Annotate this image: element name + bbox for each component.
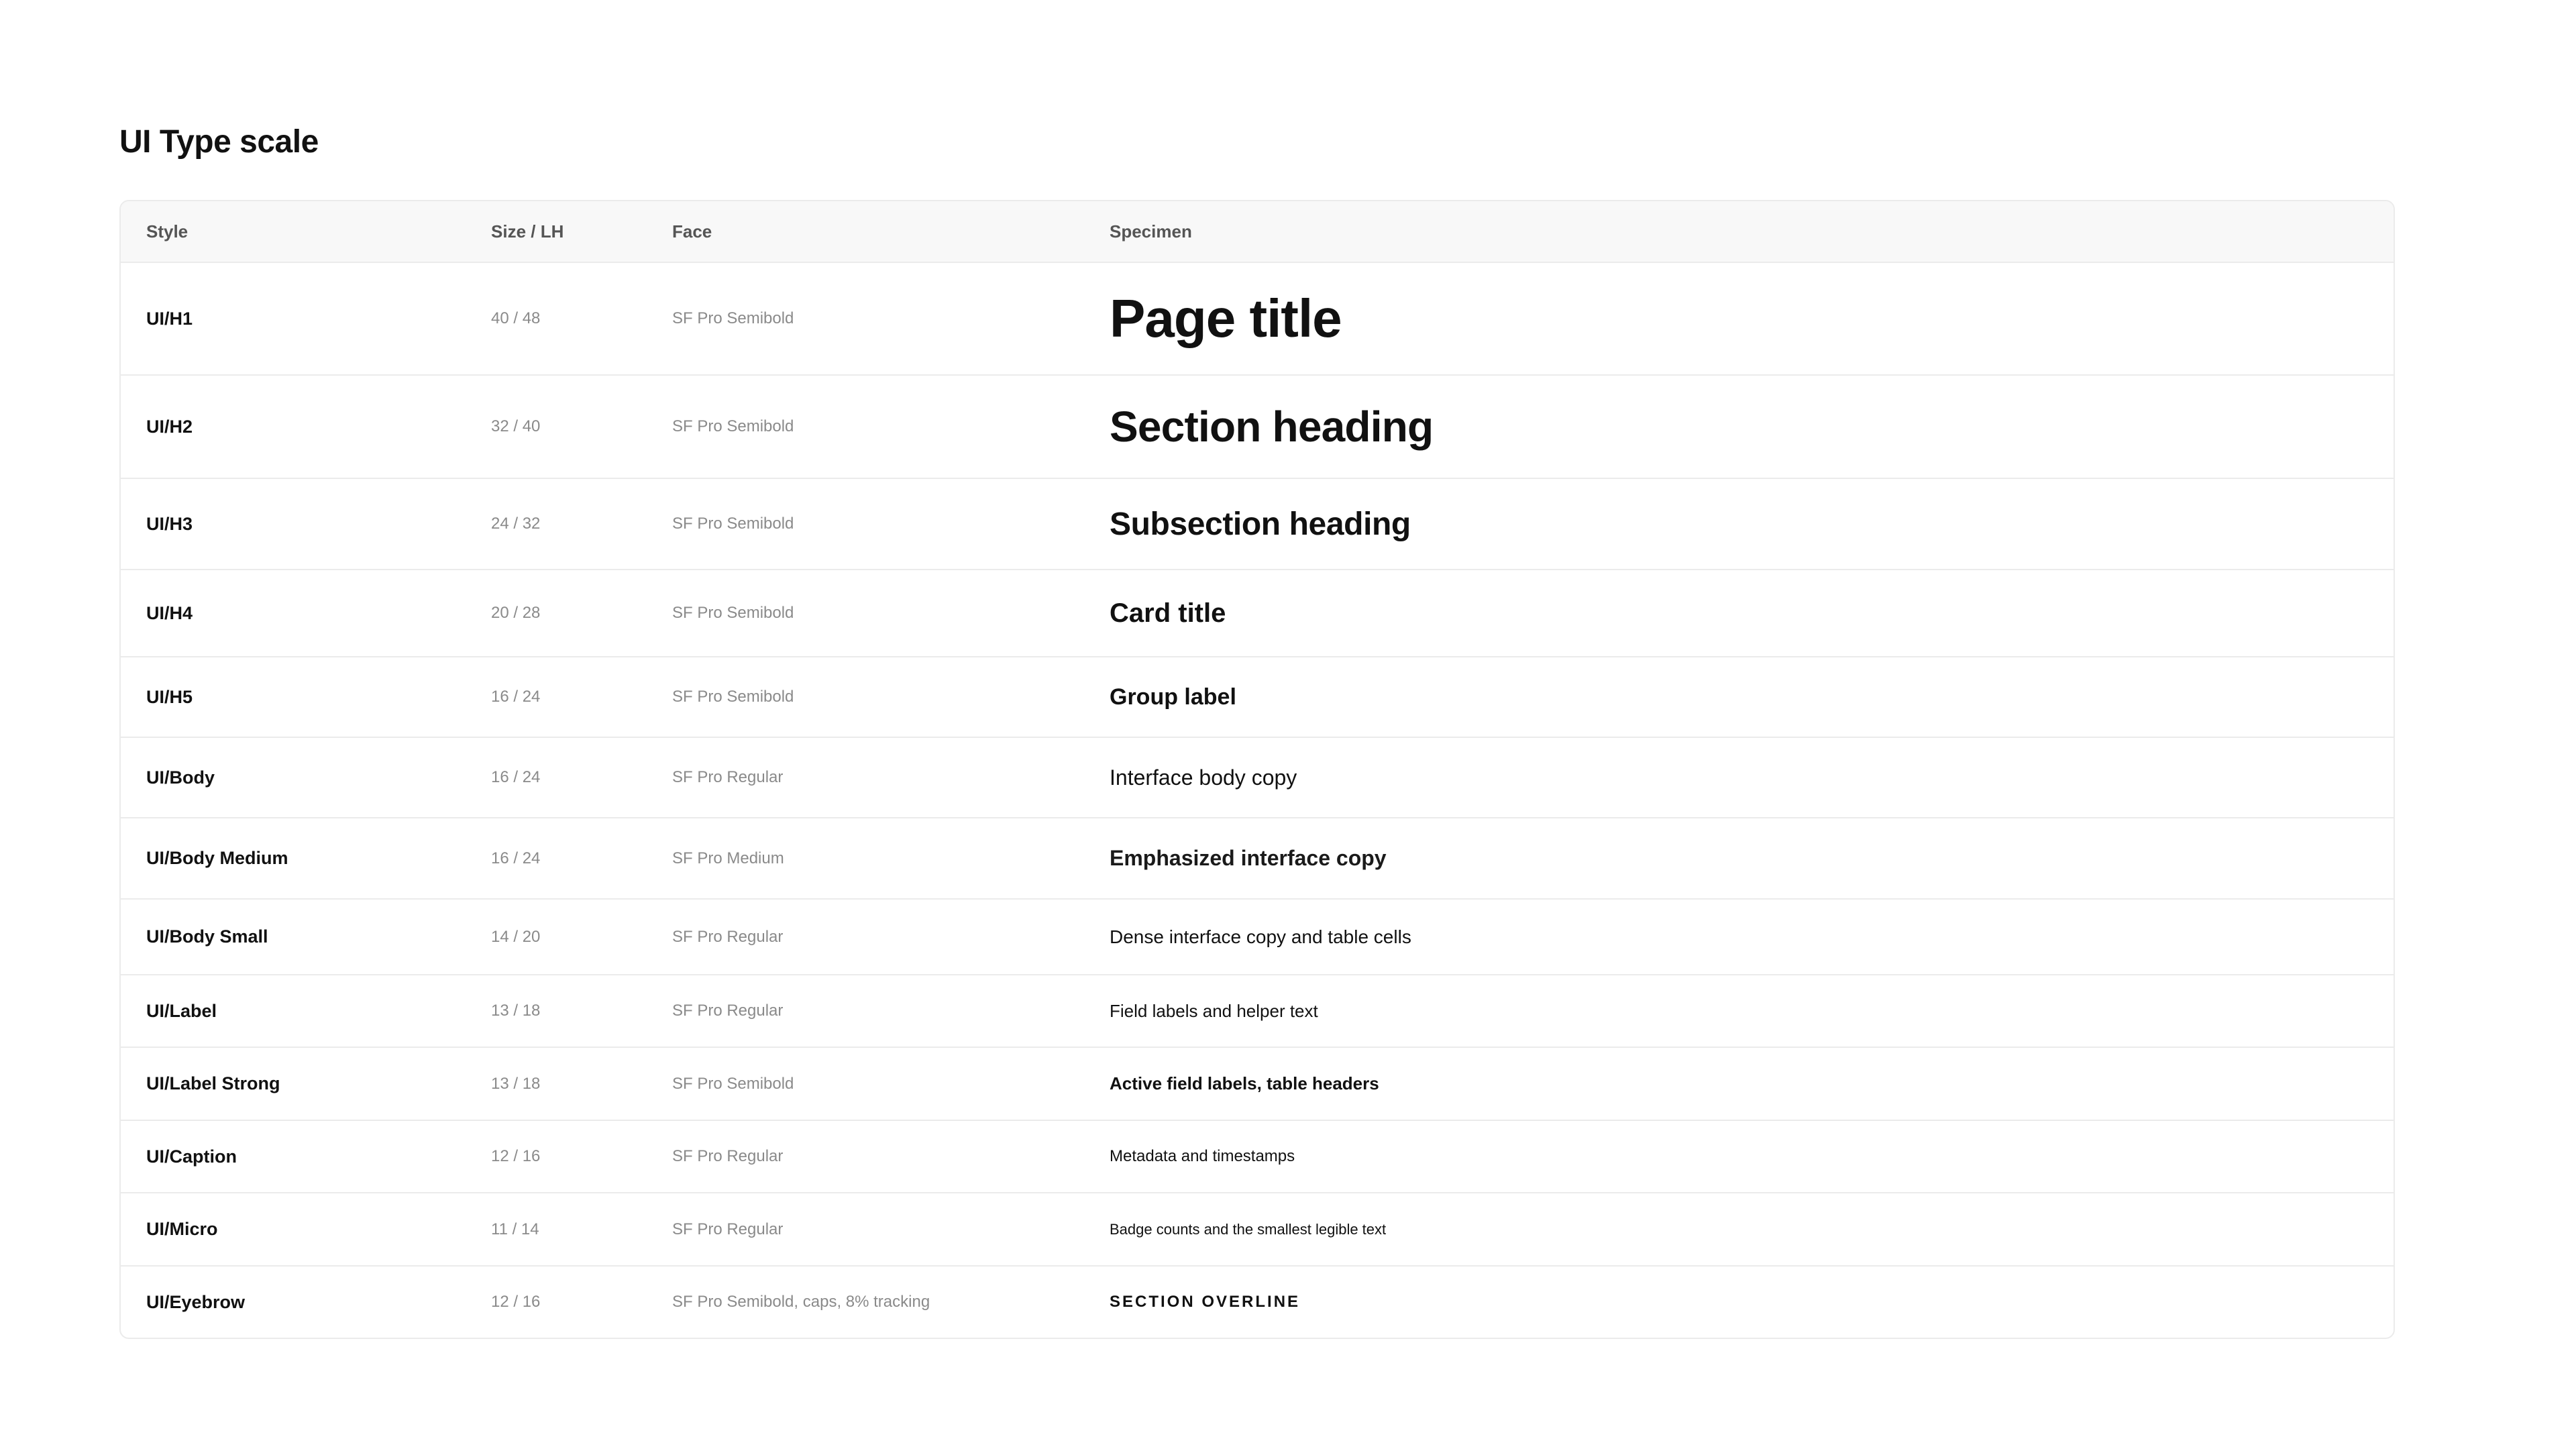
specimen-text: Field labels and helper text xyxy=(1110,1000,1318,1021)
table-row: UI/Label Strong 13 / 18 SF Pro Semibold … xyxy=(121,1048,2394,1121)
specimen-text: Active field labels, table headers xyxy=(1110,1073,1379,1093)
table-row: UI/H2 32 / 40 SF Pro Semibold Section he… xyxy=(121,376,2394,479)
size-line-height: 13 / 18 xyxy=(491,1074,541,1093)
font-face: SF Pro Semibold xyxy=(672,1074,794,1093)
specimen-text: Badge counts and the smallest legible te… xyxy=(1110,1220,1387,1238)
table-row: UI/H4 20 / 28 SF Pro Semibold Card title xyxy=(121,570,2394,657)
table-row: UI/Body Small 14 / 20 SF Pro Regular Den… xyxy=(121,900,2394,975)
style-name: UI/H1 xyxy=(146,308,193,329)
table-row: UI/Label 13 / 18 SF Pro Regular Field la… xyxy=(121,975,2394,1048)
size-line-height: 11 / 14 xyxy=(491,1220,539,1238)
font-face: SF Pro Medium xyxy=(672,849,784,867)
specimen-text: Subsection heading xyxy=(1110,506,1411,542)
size-line-height: 16 / 24 xyxy=(491,849,541,867)
font-face: SF Pro Regular xyxy=(672,1002,784,1020)
size-line-height: 12 / 16 xyxy=(491,1147,541,1165)
style-name: UI/Label Strong xyxy=(146,1073,280,1093)
style-name: UI/Body xyxy=(146,767,215,788)
specimen-text: SECTION OVERLINE xyxy=(1110,1293,1301,1311)
size-line-height: 16 / 24 xyxy=(491,688,541,706)
style-name: UI/H5 xyxy=(146,686,193,707)
table-header-row: Style Size / LH Face Specimen xyxy=(121,201,2394,263)
specimen-text: Page title xyxy=(1110,288,1342,348)
font-face: SF Pro Regular xyxy=(672,768,784,786)
size-line-height: 24 / 32 xyxy=(491,515,541,533)
specimen-text: Metadata and timestamps xyxy=(1110,1147,1295,1165)
font-face: SF Pro Semibold, caps, 8% tracking xyxy=(672,1293,930,1311)
table-row: UI/Body Medium 16 / 24 SF Pro Medium Emp… xyxy=(121,818,2394,900)
column-header-face: Face xyxy=(672,221,712,241)
font-face: SF Pro Regular xyxy=(672,927,784,946)
size-line-height: 20 / 28 xyxy=(491,604,541,622)
style-name: UI/Micro xyxy=(146,1219,218,1239)
style-name: UI/Caption xyxy=(146,1146,237,1167)
font-face: SF Pro Regular xyxy=(672,1220,784,1238)
font-face: SF Pro Semibold xyxy=(672,417,794,435)
size-line-height: 40 / 48 xyxy=(491,309,541,327)
table-row: UI/H3 24 / 32 SF Pro Semibold Subsection… xyxy=(121,479,2394,570)
page-title: UI Type scale xyxy=(119,124,319,160)
style-name: UI/H2 xyxy=(146,416,193,437)
style-name: UI/Eyebrow xyxy=(146,1291,246,1312)
font-face: SF Pro Semibold xyxy=(672,515,794,533)
type-scale-table: Style Size / LH Face Specimen UI/H1 40 /… xyxy=(119,200,2395,1339)
font-face: SF Pro Semibold xyxy=(672,309,794,327)
column-header-style: Style xyxy=(146,221,189,241)
font-face: SF Pro Regular xyxy=(672,1147,784,1165)
style-name: UI/Body Medium xyxy=(146,848,288,868)
font-face: SF Pro Semibold xyxy=(672,688,794,706)
style-name: UI/H3 xyxy=(146,513,193,534)
table-row: UI/H5 16 / 24 SF Pro Semibold Group labe… xyxy=(121,657,2394,738)
specimen-text: Card title xyxy=(1110,598,1226,628)
size-line-height: 32 / 40 xyxy=(491,417,541,435)
column-header-size: Size / LH xyxy=(491,221,564,241)
style-name: UI/Label xyxy=(146,1000,217,1021)
table-row: UI/Body 16 / 24 SF Pro Regular Interface… xyxy=(121,738,2394,818)
style-name: UI/H4 xyxy=(146,602,193,623)
size-line-height: 16 / 24 xyxy=(491,768,541,786)
style-name: UI/Body Small xyxy=(146,926,268,947)
size-line-height: 14 / 20 xyxy=(491,927,541,946)
table-row: UI/Micro 11 / 14 SF Pro Regular Badge co… xyxy=(121,1193,2394,1267)
specimen-text: Interface body copy xyxy=(1110,765,1297,790)
size-line-height: 13 / 18 xyxy=(491,1002,541,1020)
table-row: UI/Eyebrow 12 / 16 SF Pro Semibold, caps… xyxy=(121,1267,2394,1338)
specimen-text: Dense interface copy and table cells xyxy=(1110,926,1411,947)
font-face: SF Pro Semibold xyxy=(672,604,794,622)
size-line-height: 12 / 16 xyxy=(491,1293,541,1311)
table-row: UI/H1 40 / 48 SF Pro Semibold Page title xyxy=(121,263,2394,376)
specimen-text: Section heading xyxy=(1110,402,1434,451)
table-row: UI/Caption 12 / 16 SF Pro Regular Metada… xyxy=(121,1121,2394,1193)
column-header-specimen: Specimen xyxy=(1110,221,1192,241)
specimen-text: Group label xyxy=(1110,684,1236,710)
specimen-text: Emphasized interface copy xyxy=(1110,846,1387,870)
